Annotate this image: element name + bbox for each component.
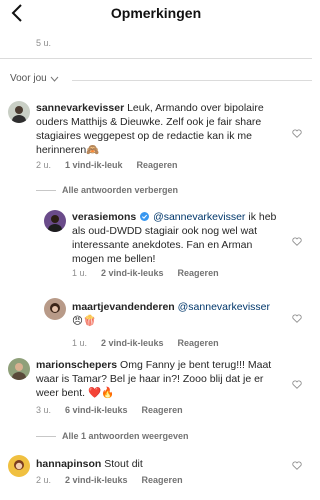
reply-likes[interactable]: 2 vind-ik-leuks <box>101 338 164 348</box>
heart-icon[interactable] <box>292 314 302 323</box>
avatar[interactable] <box>44 210 66 232</box>
comment-time: 2 u. <box>36 475 52 485</box>
comment-username[interactable]: hannapinson <box>36 458 101 470</box>
reply-button[interactable]: Reageren <box>178 268 219 278</box>
reply-meta: 1 u. 2 vind-ik-leuks Reageren <box>72 268 219 278</box>
avatar[interactable] <box>8 358 30 380</box>
verified-badge-icon <box>140 212 150 221</box>
comment-username[interactable]: sannevarkevisser <box>36 102 124 114</box>
reply-likes[interactable]: 2 vind-ik-leuks <box>101 268 164 278</box>
comment-text: marionschepers Omg Fanny je bent terug!!… <box>36 358 281 400</box>
reply-button[interactable]: Reageren <box>178 338 219 348</box>
reply-username[interactable]: maartjevandenderen <box>72 301 175 313</box>
reply-button[interactable]: Reageren <box>137 160 178 170</box>
reply-button[interactable]: Reageren <box>142 405 183 415</box>
comment-meta: 2 u. 2 vind-ik-leuks Reageren <box>36 475 183 485</box>
previous-comment-time: 5 u. <box>36 38 52 48</box>
comment-username[interactable]: marionschepers <box>36 359 117 371</box>
comment-likes[interactable]: 6 vind-ik-leuks <box>65 405 128 415</box>
comment-body: Stout dit <box>104 458 143 470</box>
heart-icon[interactable] <box>292 380 302 389</box>
divider <box>0 58 312 59</box>
show-replies-label: Alle 1 antwoorden weergeven <box>62 431 189 441</box>
reply-button[interactable]: Reageren <box>142 475 183 485</box>
avatar[interactable] <box>44 298 66 320</box>
avatar[interactable] <box>8 101 30 123</box>
heart-icon[interactable] <box>292 461 302 470</box>
reply-time: 1 u. <box>72 268 88 278</box>
divider <box>72 80 312 81</box>
hide-replies-button[interactable]: Alle antwoorden verbergen <box>36 185 178 195</box>
page-title: Opmerkingen <box>110 5 202 21</box>
chevron-down-icon <box>50 76 59 82</box>
reply-meta: 1 u. 2 vind-ik-leuks Reageren <box>72 338 219 348</box>
reply-mention[interactable]: @sannevarkevisser <box>178 301 270 313</box>
hide-replies-label: Alle antwoorden verbergen <box>62 185 179 195</box>
comment-time: 2 u. <box>36 160 52 170</box>
comment-text: sannevarkevisser Leuk, Armando over bipo… <box>36 101 281 157</box>
reply-time: 1 u. <box>72 338 88 348</box>
reply-mention[interactable]: @sannevarkevisser <box>153 211 245 223</box>
comment-time: 3 u. <box>36 405 52 415</box>
sort-label: Voor jou <box>10 73 47 84</box>
sort-dropdown[interactable]: Voor jou <box>10 73 59 84</box>
avatar[interactable] <box>8 455 30 477</box>
reply-text: maartjevandenderen @sannevarkevisser 😠🍿 <box>72 300 282 328</box>
comment-likes[interactable]: 1 vind-ik-leuk <box>65 160 123 170</box>
comment-text: hannapinson Stout dit <box>36 457 281 471</box>
reply-username[interactable]: verasiemons <box>72 211 136 223</box>
show-replies-button[interactable]: Alle 1 antwoorden weergeven <box>36 431 189 441</box>
comment-meta: 2 u. 1 vind-ik-leuk Reageren <box>36 160 178 170</box>
reply-text: verasiemons @sannevarkevisser ik heb als… <box>72 210 282 266</box>
header: Opmerkingen <box>0 0 312 28</box>
comment-meta: 3 u. 6 vind-ik-leuks Reageren <box>36 405 183 415</box>
thread-line <box>36 189 56 191</box>
heart-icon[interactable] <box>292 237 302 246</box>
reply-body: 😠🍿 <box>72 315 97 327</box>
thread-line <box>36 435 56 437</box>
comment-likes[interactable]: 2 vind-ik-leuks <box>65 475 128 485</box>
heart-icon[interactable] <box>292 129 302 138</box>
